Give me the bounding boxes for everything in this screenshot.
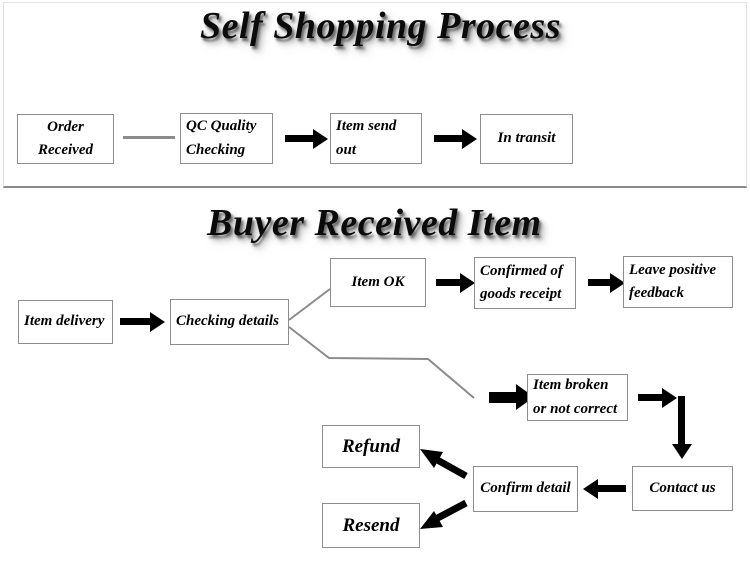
node-in-transit-line-1: In transit [497,130,556,147]
node-in-transit[interactable]: In transit [480,114,573,164]
flowchart-canvas: Self Shopping Process Buyer Received Ite… [0,0,750,562]
node-item-ok-line-1: Item OK [351,273,405,290]
node-item-delivery-line-1: Item delivery [24,313,105,330]
node-item-broken-or-not-correct[interactable]: Item broken or not correct [527,374,628,421]
node-item-ok[interactable]: Item OK [330,258,426,307]
arrow-qc-to-item-send-out [285,135,315,142]
node-refund-line-1: Refund [341,435,401,457]
node-qc-quality-checking[interactable]: QC Quality Checking [180,113,273,164]
node-item-broken-line-1: Item broken [533,377,609,394]
node-item-delivery[interactable]: Item delivery [18,300,113,344]
node-checking-details[interactable]: Checking details [170,299,289,345]
node-resend[interactable]: Resend [322,503,420,548]
arrow-item-broken-right [638,394,664,401]
node-confirmed-goods-receipt[interactable]: Confirmed of goods receipt [474,257,576,309]
node-resend-line-1: Resend [342,514,400,536]
node-refund[interactable]: Refund [322,425,420,468]
arrow-down-to-contact-us [678,396,685,446]
node-leave-positive-feedback-line-2: feedback [629,285,684,301]
arrow-item-delivery-to-checking-details [120,318,152,325]
node-confirm-detail[interactable]: Confirm detail [473,466,578,512]
connector-order-received-to-qc [123,136,175,139]
node-checking-details-line-1: Checking details [176,313,279,330]
section-title-self-shopping-process: Self Shopping Process [200,5,561,47]
node-item-send-out-line-1: Item send [336,118,397,135]
arrow-contact-us-to-confirm-detail [596,485,626,492]
node-order-received-line-1: Order [47,118,84,135]
node-order-received[interactable]: Order Received [17,114,114,164]
node-order-received-line-2: Received [38,142,93,158]
node-confirm-detail-line-1: Confirm detail [480,480,571,497]
node-confirmed-goods-receipt-line-1: Confirmed of [480,262,563,279]
node-item-send-out-line-2: out [336,141,357,158]
node-item-broken-line-2: or not correct [533,400,618,417]
arrow-item-send-out-to-in-transit [434,135,464,142]
node-leave-positive-feedback[interactable]: Leave positive feedback [623,256,733,308]
arrow-item-ok-to-confirmed-receipt [436,279,462,286]
arrow-confirmed-receipt-to-leave-feedback [588,279,612,286]
node-item-send-out[interactable]: Item send out [330,113,422,164]
node-leave-positive-feedback-line-1: Leave positive [629,261,717,278]
node-qc-quality-checking-line-1: QC Quality [186,118,257,135]
node-qc-quality-checking-line-2: Checking [186,141,246,158]
node-contact-us-line-1: Contact us [649,479,716,496]
node-contact-us[interactable]: Contact us [632,466,733,511]
node-confirmed-goods-receipt-line-2: goods receipt [480,286,562,302]
section-title-buyer-received-item: Buyer Received Item [207,202,542,244]
